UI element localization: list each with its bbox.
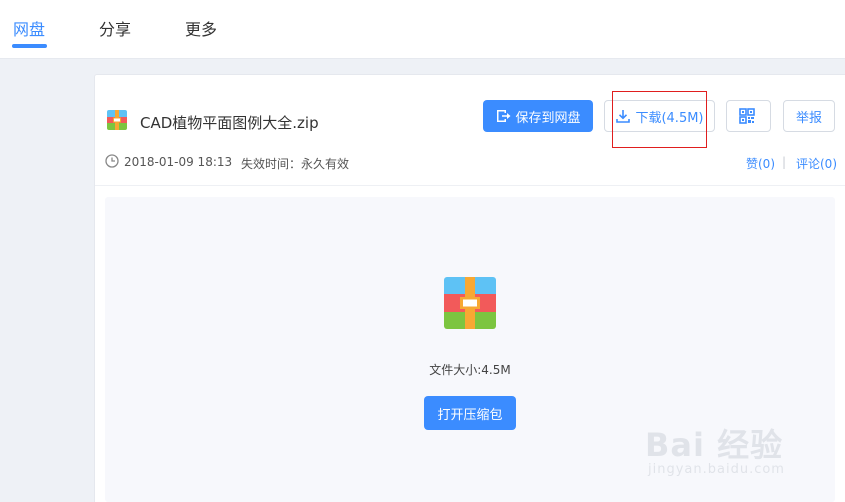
watermark-url: jingyan.baidu.com	[648, 462, 785, 477]
qrcode-button[interactable]	[726, 100, 771, 132]
report-label: 举报	[795, 110, 822, 126]
file-name: CAD植物平面图例大全.zip	[140, 114, 319, 132]
upload-date: 2018-01-09 18:13	[124, 155, 233, 169]
zip-file-icon	[107, 110, 127, 130]
qrcode-icon	[738, 108, 755, 124]
active-tab-indicator	[12, 44, 47, 48]
tab-more[interactable]: 更多	[185, 16, 217, 40]
open-archive-button[interactable]: 打开压缩包	[424, 396, 516, 430]
meta-separator: |	[782, 155, 787, 169]
watermark-brand: Bai 经验	[645, 426, 784, 464]
comment-link[interactable]: 评论(0)	[796, 155, 837, 172]
expire-info: 失效时间：永久有效	[241, 157, 350, 171]
tab-share[interactable]: 分享	[99, 16, 131, 40]
save-to-netdisk-button[interactable]: 保存到网盘	[483, 100, 593, 132]
tab-netdisk[interactable]: 网盘	[13, 16, 45, 40]
zip-file-large-icon	[444, 277, 496, 329]
header-divider	[95, 185, 845, 186]
like-link[interactable]: 赞(0)	[746, 155, 775, 172]
baidu-jingyan-watermark: Bai 经验 jingyan.baidu.com	[645, 420, 845, 500]
download-highlight-box	[612, 91, 707, 148]
top-nav: 网盘 分享 更多	[0, 0, 845, 59]
save-label: 保存到网盘	[515, 110, 581, 126]
file-size: 文件大小:4.5M	[429, 363, 511, 377]
report-button[interactable]: 举报	[783, 100, 835, 132]
clock-icon	[105, 154, 119, 168]
save-icon	[497, 110, 511, 122]
